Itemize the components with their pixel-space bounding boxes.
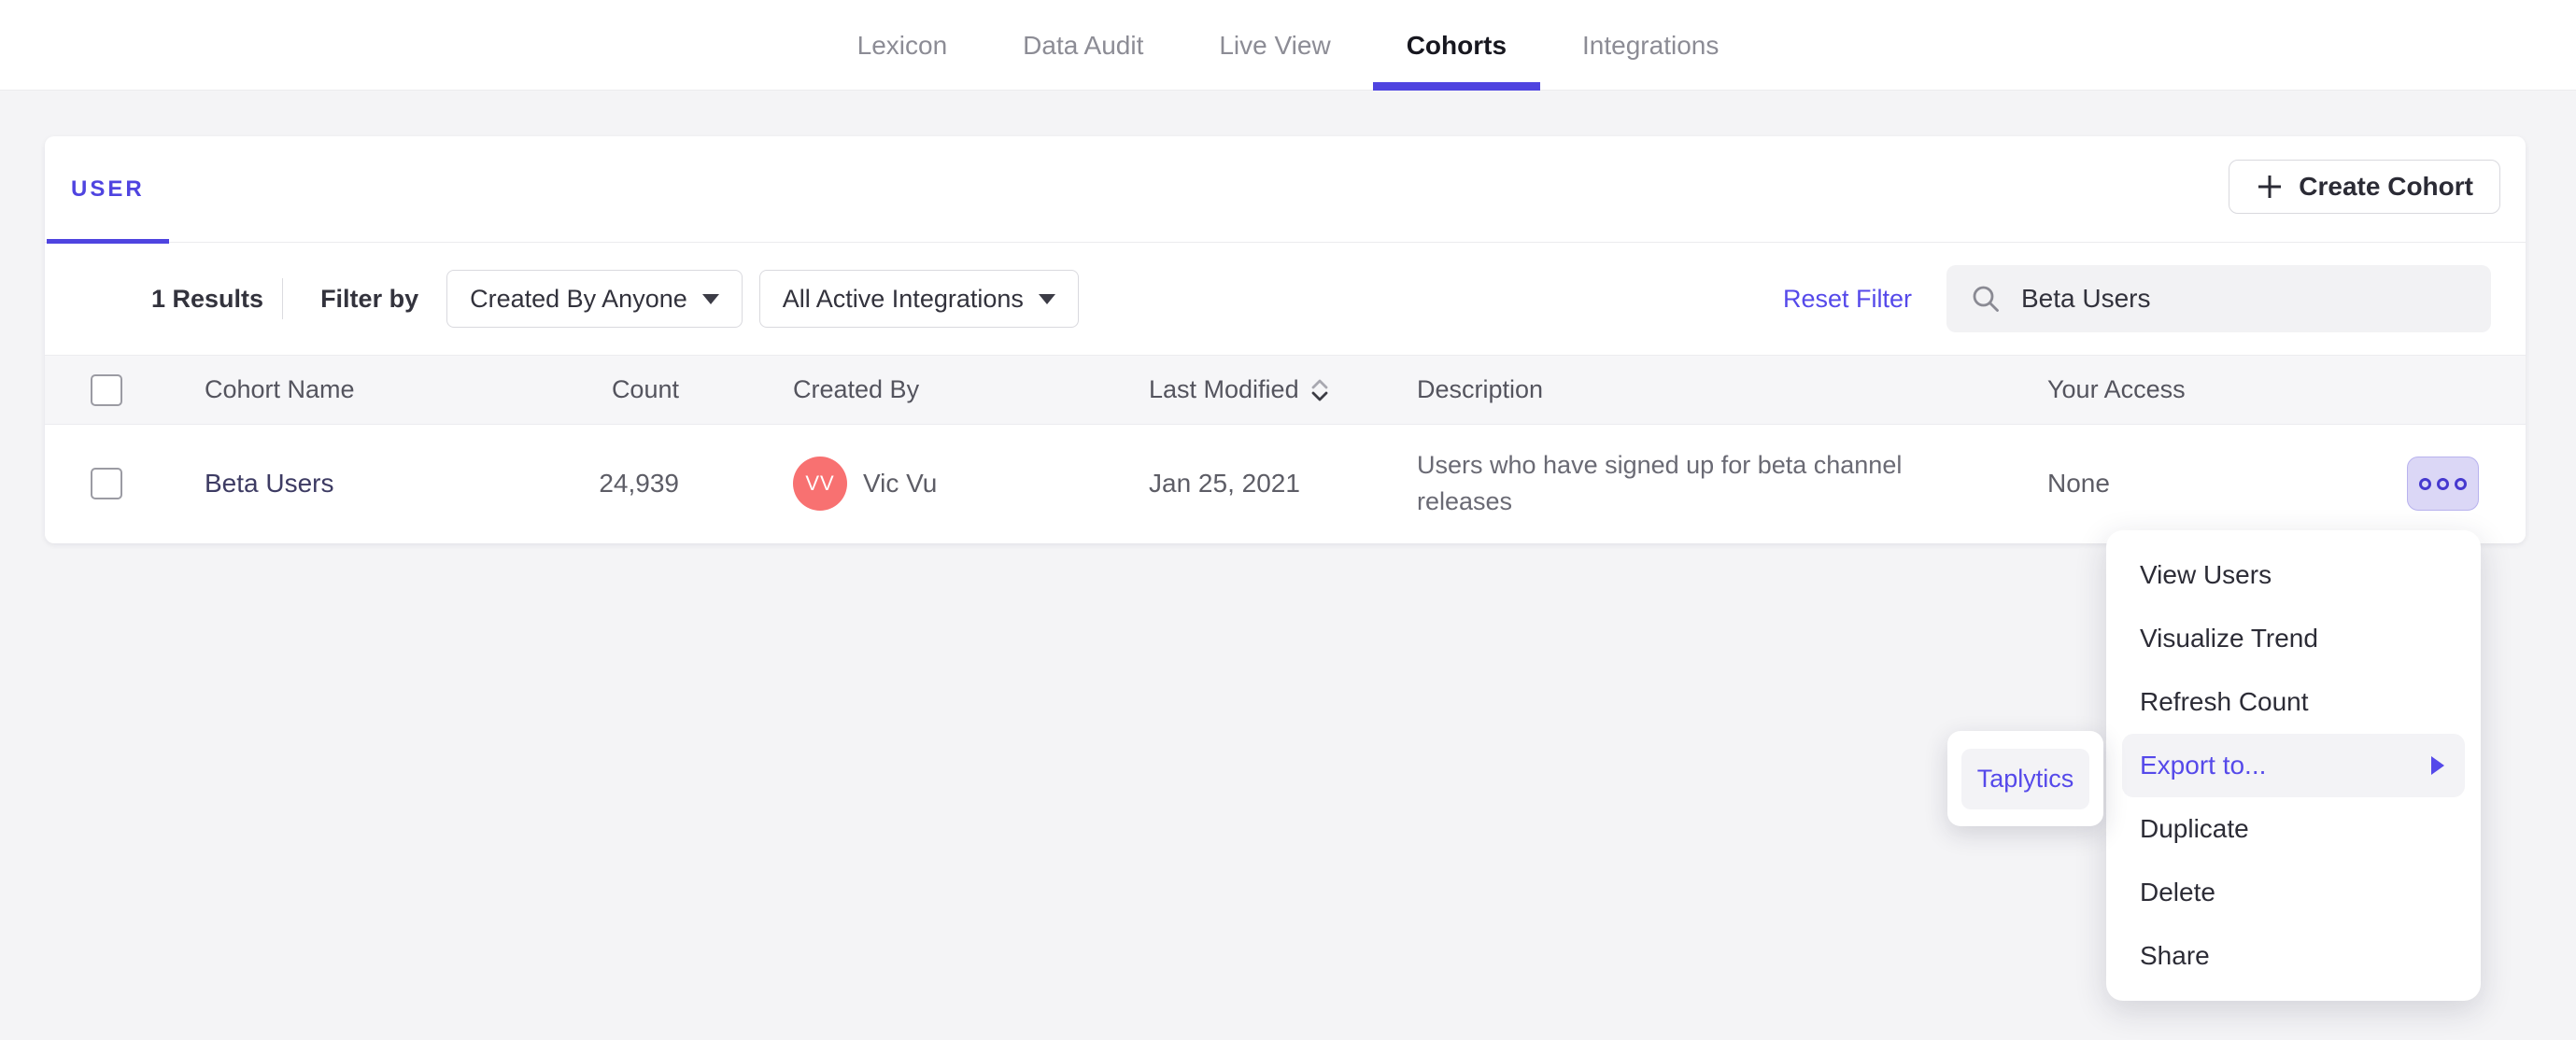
column-header-created-by: Created By [793, 375, 920, 403]
top-nav-bar: Lexicon Data Audit Live View Cohorts Int… [0, 0, 2576, 91]
cohorts-panel: USER Create Cohort 1 Results Filter by C… [45, 136, 2526, 543]
export-submenu: Taplytics [1947, 731, 2103, 826]
menu-item-view-users[interactable]: View Users [2106, 543, 2481, 607]
integrations-dropdown-label: All Active Integrations [782, 284, 1024, 313]
tab-user[interactable]: USER [47, 136, 169, 244]
table-row: Beta Users 24,939 VV Vic Vu Jan 25, 2021… [45, 425, 2526, 542]
menu-item-share[interactable]: Share [2106, 924, 2481, 988]
results-count: 1 Results [151, 284, 264, 313]
plus-icon [2258, 176, 2282, 198]
column-header-count: Count [611, 375, 679, 403]
search-icon [1973, 286, 1999, 312]
menu-item-export-to[interactable]: Export to... [2122, 734, 2465, 797]
filter-bar: 1 Results Filter by Created By Anyone Al… [45, 243, 2526, 355]
menu-item-delete[interactable]: Delete [2106, 861, 2481, 924]
column-header-cohort-name: Cohort Name [205, 375, 355, 403]
select-all-checkbox[interactable] [91, 373, 122, 406]
panel-tab-bar: USER Create Cohort [45, 136, 2526, 244]
column-header-your-access: Your Access [2047, 375, 2186, 403]
submenu-arrow-icon [2431, 756, 2444, 775]
created-by-dropdown-label: Created By Anyone [470, 284, 687, 313]
divider [282, 278, 284, 319]
cohort-name-link[interactable]: Beta Users [205, 469, 334, 499]
reset-filter-link[interactable]: Reset Filter [1783, 285, 1912, 314]
cohort-count: 24,939 [599, 469, 679, 498]
nav-tab-lexicon[interactable]: Lexicon [824, 0, 982, 91]
search-input[interactable] [2021, 284, 2470, 314]
sort-icon[interactable] [1309, 376, 1331, 404]
nav-tab-data-audit[interactable]: Data Audit [989, 0, 1177, 91]
integrations-dropdown[interactable]: All Active Integrations [758, 270, 1079, 328]
nav-tab-cohorts[interactable]: Cohorts [1372, 0, 1541, 91]
access-level: None [2047, 469, 2110, 498]
menu-item-duplicate[interactable]: Duplicate [2106, 797, 2481, 861]
avatar: VV [793, 457, 847, 511]
column-header-description: Description [1417, 375, 1544, 403]
chevron-down-icon [1038, 293, 1055, 304]
menu-item-visualize-trend[interactable]: Visualize Trend [2106, 607, 2481, 670]
menu-item-export-to-label: Export to... [2140, 751, 2267, 780]
filter-by-label: Filter by [320, 284, 419, 313]
more-actions-button[interactable] [2407, 457, 2479, 511]
column-header-last-modified: Last Modified [1149, 375, 1299, 403]
chevron-down-icon [701, 293, 719, 304]
create-cohort-label: Create Cohort [2299, 172, 2473, 201]
top-nav: Lexicon Data Audit Live View Cohorts Int… [0, 0, 2576, 91]
menu-item-refresh-count[interactable]: Refresh Count [2106, 670, 2481, 734]
nav-tab-live-view[interactable]: Live View [1185, 0, 1364, 91]
creator-name: Vic Vu [863, 469, 938, 498]
ellipsis-icon [2419, 477, 2431, 490]
last-modified-date: Jan 25, 2021 [1149, 469, 1300, 498]
row-checkbox[interactable] [91, 468, 122, 499]
tab-user-label: USER [71, 176, 145, 202]
table-header: Cohort Name Count Created By Last Modifi… [45, 355, 2526, 425]
created-by-dropdown[interactable]: Created By Anyone [446, 270, 743, 328]
create-cohort-button[interactable]: Create Cohort [2229, 160, 2500, 214]
context-menu: View Users Visualize Trend Refresh Count… [2106, 530, 2481, 1001]
cohort-description: Users who have signed up for beta channe… [1417, 451, 1903, 515]
menu-item-taplytics[interactable]: Taplytics [1961, 748, 2089, 809]
nav-tab-integrations[interactable]: Integrations [1549, 0, 1752, 91]
search-box [1946, 265, 2491, 332]
cohorts-screen: Lexicon Data Audit Live View Cohorts Int… [0, 0, 2576, 1040]
